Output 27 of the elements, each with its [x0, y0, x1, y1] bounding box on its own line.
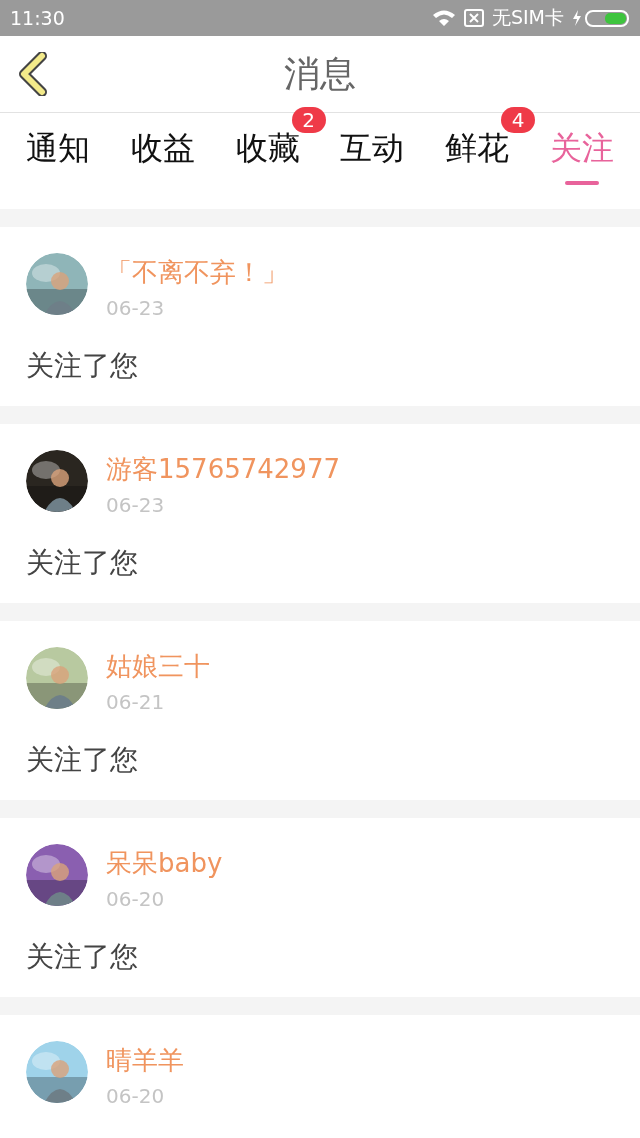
message-date: 06-23	[106, 492, 166, 518]
count-badge: 4	[501, 107, 536, 133]
carrier-label: 无SIM卡	[491, 5, 564, 30]
user-name[interactable]: 「不离不弃！」	[106, 255, 288, 289]
sim-icon	[463, 9, 484, 27]
back-icon[interactable]	[16, 52, 50, 96]
message-text: 关注了您	[26, 545, 138, 581]
battery-icon	[572, 8, 630, 28]
message-text: 关注了您	[26, 348, 138, 384]
message-text: 关注了您	[26, 742, 138, 778]
status-time: 11:30	[10, 7, 65, 29]
tab[interactable]: 收益	[130, 113, 195, 185]
tab[interactable]: 互动	[340, 113, 405, 185]
count-badge: 2	[291, 107, 326, 133]
message-date: 06-20	[106, 1083, 166, 1109]
message-date: 06-21	[106, 689, 166, 715]
tab[interactable]: 通知	[26, 113, 90, 185]
user-name[interactable]: 晴羊羊	[106, 1043, 184, 1077]
message-text: 关注了您	[26, 939, 138, 975]
user-name[interactable]: 姑娘三十	[106, 649, 210, 683]
wifi-icon	[431, 9, 456, 27]
user-name[interactable]: 游客15765742977	[106, 452, 340, 486]
page-title: 消息	[284, 51, 356, 96]
message-date: 06-20	[106, 886, 166, 912]
user-name[interactable]: 呆呆baby	[106, 846, 223, 880]
message-date: 06-23	[106, 295, 166, 321]
tab[interactable]: 关注	[550, 113, 614, 185]
